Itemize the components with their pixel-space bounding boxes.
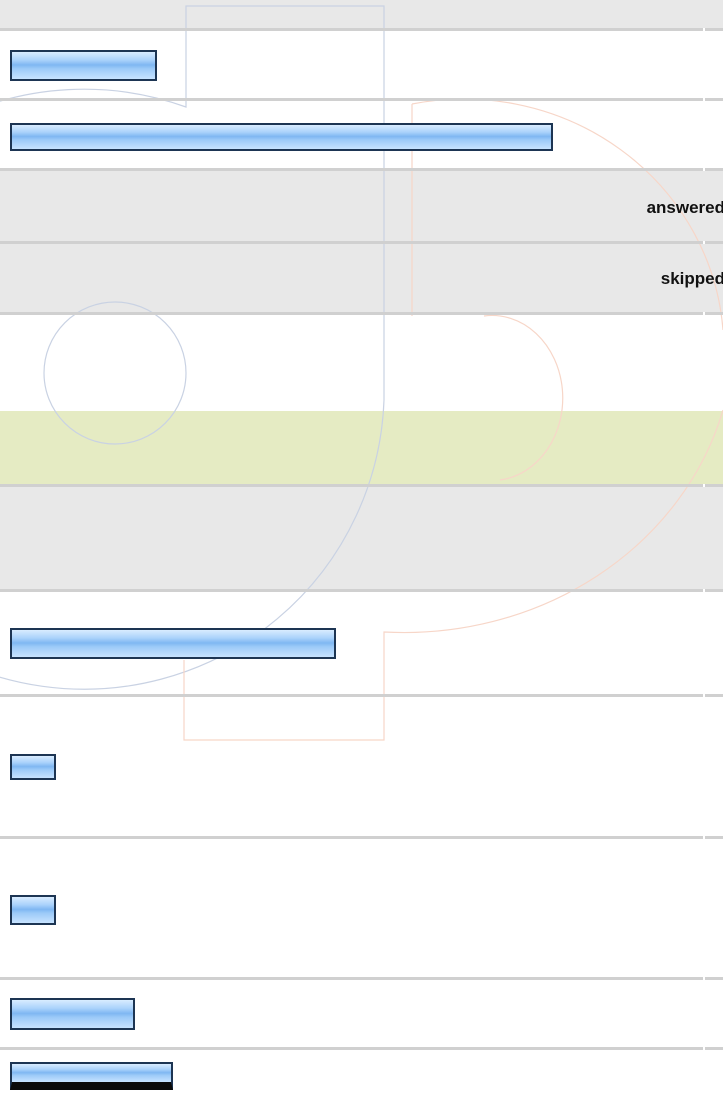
row-divider [0,484,723,487]
row-divider [0,241,723,244]
row-divider [0,589,723,592]
row-divider [0,312,723,315]
response-bar [10,754,56,780]
row-divider [0,1047,723,1050]
row-divider [0,168,723,171]
choice-row [0,695,723,838]
row-divider [0,977,723,980]
choice-row [0,838,723,979]
skipped-label: skipped [660,269,723,288]
response-bar [10,50,157,81]
answered-row [0,170,723,242]
response-bar [10,123,553,151]
header-row [0,0,723,30]
skipped-row [0,242,723,314]
column-header-row [0,485,723,591]
response-bar [10,1062,173,1090]
row-divider [0,694,723,697]
row-divider [0,836,723,839]
response-bar [10,628,336,659]
response-bar [10,895,56,925]
spacer-row [0,314,723,411]
row-divider [0,28,723,31]
response-bar [10,998,135,1030]
answered-label: answered [646,198,723,217]
question-highlight-row [0,411,723,485]
row-divider [0,98,723,101]
